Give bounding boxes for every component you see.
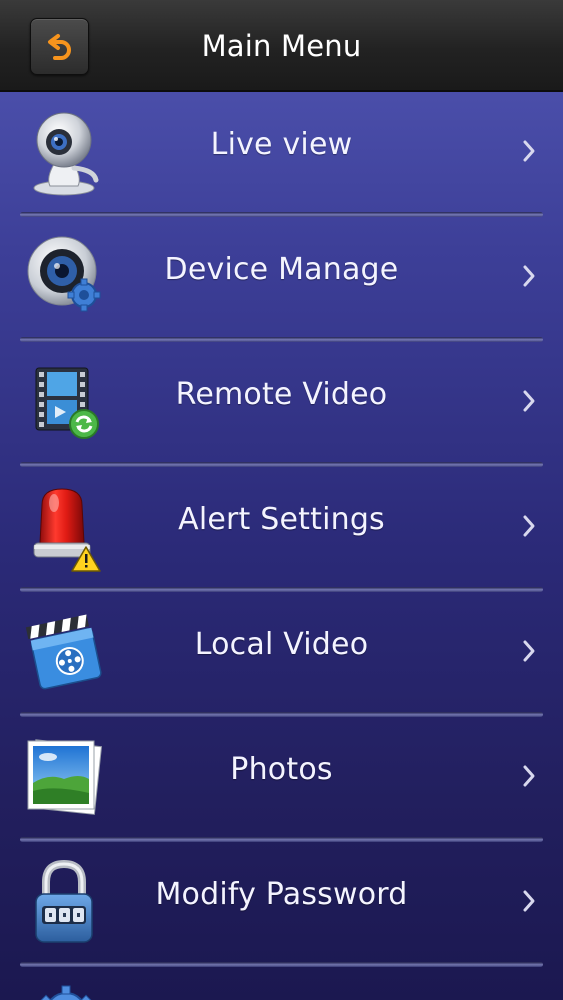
chevron-right-icon <box>523 890 535 912</box>
menu-item-remote-video[interactable]: Remote Video <box>0 342 563 467</box>
back-button[interactable] <box>30 18 89 75</box>
menu-item-label: Device Manage <box>164 252 399 287</box>
menu-item-device-manage[interactable]: Device Manage <box>0 217 563 342</box>
back-arrow-icon <box>47 33 71 60</box>
chevron-right-icon <box>523 265 535 287</box>
settings-gear-icon[interactable] <box>36 983 96 1000</box>
menu-item-live-view[interactable]: Live view <box>0 92 563 217</box>
main-menu-screen: Main Menu Live view Device Manage Remote… <box>0 0 563 1000</box>
top-bar: Main Menu <box>0 0 563 92</box>
menu-list: Live view Device Manage Remote Video Ale… <box>0 92 563 967</box>
menu-item-label: Local Video <box>194 627 369 662</box>
menu-item-label: Modify Password <box>155 877 408 912</box>
menu-item-modify-password[interactable]: Modify Password <box>0 842 563 967</box>
chevron-right-icon <box>523 390 535 412</box>
chevron-right-icon <box>523 515 535 537</box>
menu-item-label: Photos <box>230 752 333 787</box>
menu-item-label: Live view <box>210 127 353 162</box>
menu-item-label: Remote Video <box>175 377 388 412</box>
chevron-right-icon <box>523 765 535 787</box>
row-divider <box>20 962 543 967</box>
chevron-right-icon <box>523 640 535 662</box>
menu-item-label: Alert Settings <box>178 502 385 537</box>
menu-item-local-video[interactable]: Local Video <box>0 592 563 717</box>
chevron-right-icon <box>523 140 535 162</box>
menu-item-alert-settings[interactable]: Alert Settings <box>0 467 563 592</box>
menu-item-photos[interactable]: Photos <box>0 717 563 842</box>
